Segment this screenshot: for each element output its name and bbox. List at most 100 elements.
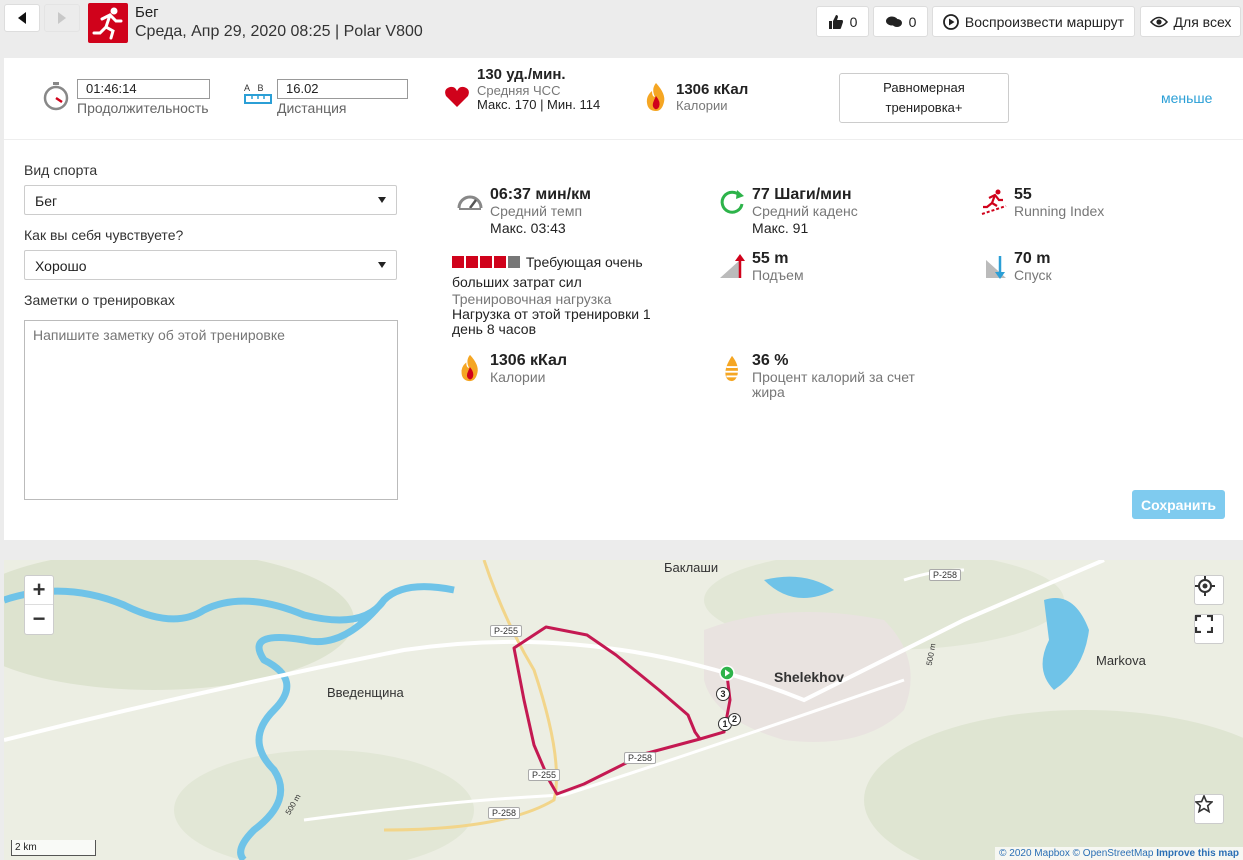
comment-count: 0 [908, 13, 917, 30]
like-button[interactable]: 0 [816, 6, 869, 37]
sport-title: Бег [135, 4, 159, 21]
road-label-p258-top: Р-258 [929, 569, 962, 581]
distance-point-b: B [257, 83, 264, 93]
running-icon [92, 7, 123, 40]
training-benefit-label: Равномерная тренировка+ [883, 80, 965, 115]
ascent-icon [720, 254, 745, 278]
activity-header: Бег Среда, Апр 29, 2020 08:25 | Polar V8… [0, 0, 1243, 46]
play-route-label: Воспроизвести маршрут [964, 13, 1125, 30]
map-label-markova: Markova [1096, 653, 1146, 668]
calories-value: 1306 кКал [676, 81, 749, 98]
map-label-vvedenshchina: Введенщина [327, 685, 404, 700]
fat-value: 36 % [752, 352, 789, 369]
lap-marker-3[interactable]: 3 [716, 687, 730, 701]
stopwatch-icon [43, 82, 69, 111]
zoom-controls: + − [24, 575, 54, 635]
feeling-select[interactable]: Хорошо [24, 250, 397, 280]
descent-value: 70 m [1014, 250, 1051, 267]
feeling-label: Как вы себя чувствуете? [24, 227, 184, 243]
arrow-right-icon [58, 12, 66, 24]
map-attribution: © 2020 Mapbox © OpenStreetMap Improve th… [995, 847, 1243, 860]
thumbs-up-icon [828, 14, 843, 29]
running-index-value: 55 [1014, 186, 1032, 203]
back-button[interactable] [4, 4, 40, 32]
mapbox-link[interactable]: © 2020 Mapbox [999, 848, 1070, 859]
training-load-square [452, 256, 464, 268]
osm-link[interactable]: © OpenStreetMap [1073, 848, 1154, 859]
training-load: Требующая очень больших затрат сил Трени… [452, 252, 662, 337]
save-button[interactable]: Сохранить [1132, 490, 1225, 519]
sport-type-label: Вид спорта [24, 162, 98, 178]
road-label-p258-bottom: Р-258 [488, 807, 521, 819]
route-map[interactable]: Баклаши Shelekhov Введенщина Markova 500… [4, 560, 1243, 860]
favorite-button[interactable] [1194, 794, 1224, 824]
dropdown-arrow-icon [378, 262, 386, 268]
road-label-p255-top: Р-255 [490, 625, 523, 637]
distance-label: Дистанция [277, 100, 347, 116]
duration-value: 01:46:14 [77, 79, 210, 99]
flame-icon [646, 83, 665, 111]
map-label-shelekhov: Shelekhov [774, 669, 845, 685]
fullscreen-icon [1195, 615, 1213, 633]
calories-stat-label: Калории [490, 369, 546, 385]
star-icon [1195, 795, 1213, 813]
training-load-square [466, 256, 478, 268]
ascent-value: 55 m [752, 250, 789, 267]
pace-max: Макс. 03:43 [490, 220, 566, 236]
map-scale: 2 km [11, 840, 96, 856]
calories-label: Калории [676, 98, 728, 113]
play-circle-icon [943, 13, 959, 30]
play-route-button[interactable]: Воспроизвести маршрут [932, 6, 1135, 37]
cadence-value: 77 Шаги/мин [752, 186, 852, 203]
map-canvas [4, 560, 1243, 860]
ruler-icon [244, 94, 272, 104]
notes-textarea[interactable] [24, 320, 398, 500]
heart-icon [445, 86, 469, 107]
session-subtitle: Среда, Апр 29, 2020 08:25 | Polar V800 [135, 23, 423, 40]
improve-map-link[interactable]: Improve this map [1156, 848, 1239, 859]
speedometer-icon [457, 195, 483, 210]
zoom-out-button[interactable]: − [25, 605, 53, 634]
arrow-left-icon [18, 12, 26, 24]
cadence-label: Средний каденс [752, 203, 858, 219]
training-load-square [480, 256, 492, 268]
ascent-label: Подъем [752, 267, 804, 283]
less-link[interactable]: меньше [1161, 90, 1212, 106]
descent-icon [986, 256, 1006, 279]
visibility-label: Для всех [1173, 13, 1232, 30]
calories-stat-value: 1306 кКал [490, 352, 568, 369]
fullscreen-button[interactable] [1194, 614, 1224, 644]
forward-button[interactable] [44, 4, 80, 32]
pace-value: 06:37 мин/км [490, 186, 591, 203]
start-marker-icon [719, 665, 735, 681]
training-load-title: Требующая очень больших затрат сил [452, 252, 662, 292]
summary-panel: 01:46:14 Продолжительность A B 16.02 Дис… [4, 58, 1243, 140]
locate-icon [1195, 576, 1215, 596]
lap-marker-2[interactable]: 2 [728, 713, 741, 726]
comment-button[interactable]: 0 [873, 6, 928, 37]
like-count: 0 [849, 13, 858, 30]
visibility-button[interactable]: Для всех [1140, 6, 1241, 37]
eye-icon [1149, 16, 1168, 27]
locate-button[interactable] [1194, 575, 1224, 605]
notes-label: Заметки о тренировках [24, 292, 175, 308]
sport-type-value: Бег [35, 193, 58, 209]
sport-type-select[interactable]: Бег [24, 185, 397, 215]
sport-running-badge [88, 3, 128, 43]
fat-label: Процент калорий за счет жира [752, 369, 915, 400]
cadence-icon [720, 190, 744, 214]
running-index-icon [981, 189, 1007, 215]
details-panel: Вид спорта Бег Как вы себя чувствуете? Х… [4, 140, 1243, 540]
flame-icon [461, 354, 478, 382]
training-load-square [494, 256, 506, 268]
distance-ab-icon: A B [244, 83, 272, 104]
zoom-in-button[interactable]: + [25, 576, 53, 606]
map-label-baklashi: Баклаши [664, 560, 719, 575]
training-benefit-box[interactable]: Равномерная тренировка+ [839, 73, 1009, 123]
cadence-max: Макс. 91 [752, 220, 809, 236]
feeling-value: Хорошо [35, 258, 87, 274]
pace-label: Средний темп [490, 203, 583, 219]
training-load-square [508, 256, 520, 268]
hr-detail: Макс. 170 | Мин. 114 [477, 97, 601, 112]
descent-label: Спуск [1014, 267, 1052, 283]
